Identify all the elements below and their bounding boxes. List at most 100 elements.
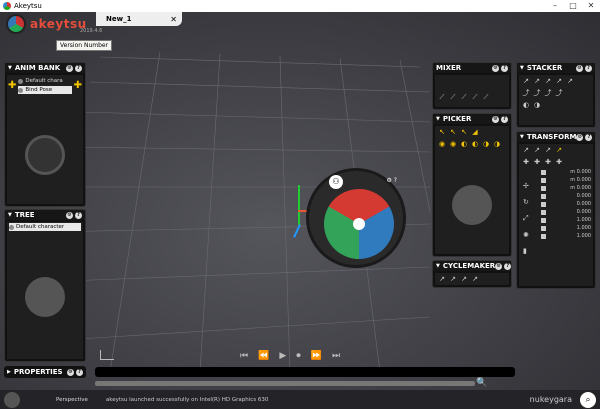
settings-icon[interactable]: ⚙ [66,64,73,72]
pick-tool-icon[interactable]: ◐ [460,140,468,148]
stack-tool-icon[interactable]: ⤴ [555,89,563,97]
checkbox[interactable] [541,169,546,175]
transform-row[interactable]: 0.000 [541,200,591,208]
mix-tool-icon[interactable]: ⟋ [482,93,490,101]
checkbox[interactable] [541,225,546,231]
camera-icon[interactable] [4,391,20,408]
pick-tool-icon[interactable]: ↖ [438,128,446,136]
stack-tool-icon[interactable]: ⤴ [544,89,552,97]
settings-icon[interactable]: ⚙ [492,115,499,123]
stack-tool-icon[interactable]: ↗ [555,77,563,85]
checkbox[interactable] [541,209,546,215]
collapse-arrow-icon[interactable]: ▼ [436,116,440,122]
stack-tool-icon[interactable]: ↗ [544,77,552,85]
help-icon[interactable]: ? [504,262,512,270]
prev-key-icon[interactable]: ⏪ [258,351,269,361]
pick-tool-icon[interactable]: ◐ [471,140,479,148]
minimize-button[interactable]: – [546,0,564,12]
transform-row[interactable]: m 0.000 [541,168,591,176]
transform-tool-icon[interactable]: ✚ [544,158,552,166]
next-key-icon[interactable]: ⏩ [311,351,322,361]
character-mode-icon[interactable]: ⚇ [329,175,343,189]
close-button[interactable]: ✕ [582,0,600,12]
stack-tool-icon[interactable]: ↗ [533,77,541,85]
search-icon[interactable]: ⌕ [580,391,596,408]
pick-tool-icon[interactable]: ↖ [460,128,468,136]
transform-row[interactable]: m 0.000 [541,184,591,192]
mix-tool-icon[interactable]: ⟋ [460,93,468,101]
properties-panel[interactable]: ▶ PROPERTIES ⚙? [4,366,86,378]
stack-tool-icon[interactable]: ◐ [522,101,530,109]
pick-tool-icon[interactable]: ↖ [449,128,457,136]
pick-tool-icon[interactable]: ◉ [438,140,446,148]
collapse-arrow-icon[interactable]: ▼ [436,263,440,269]
stack-tool-icon[interactable]: ↗ [522,77,530,85]
transform-row[interactable]: 1.000 [541,216,591,224]
settings-icon[interactable]: ⚙ [67,368,74,376]
add-icon[interactable]: ✚ [8,80,16,91]
transform-tool-icon[interactable]: ↗ [522,146,530,154]
pick-tool-icon[interactable]: ◉ [449,140,457,148]
transform-tool-icon[interactable]: ↗ [533,146,541,154]
help-icon[interactable]: ? [501,115,508,123]
list-item[interactable]: Default chara [18,77,71,85]
maximize-button[interactable]: □ [564,0,582,12]
timeline-scrollbar[interactable] [95,381,475,386]
transform-row[interactable]: 1.000 [541,232,591,240]
radial-help-icon[interactable]: ⚙ ? [387,177,397,184]
cycle-tool-icon[interactable]: ↗ [460,275,468,283]
collapse-arrow-icon[interactable]: ▼ [520,65,524,71]
collapse-arrow-icon[interactable]: ▼ [8,212,12,218]
cycle-tool-icon[interactable]: ↗ [449,275,457,283]
pick-tool-icon[interactable]: ◢ [471,128,479,136]
checkbox[interactable] [541,193,546,199]
mix-tool-icon[interactable]: ⟋ [449,93,457,101]
add-icon[interactable]: ✚ [74,80,82,91]
settings-icon[interactable]: ⚙ [495,262,503,270]
collapse-arrow-icon[interactable]: ▼ [520,134,524,140]
document-tab[interactable]: New_1 ✕ [96,12,182,26]
transform-row[interactable]: 0.000 [541,208,591,216]
gizmo-y-axis[interactable] [298,185,300,225]
checkbox[interactable] [541,177,546,183]
pick-tool-icon[interactable]: ◑ [493,140,501,148]
checkbox[interactable] [541,201,546,207]
view-mode[interactable]: Perspective [56,397,88,403]
tab-close-icon[interactable]: ✕ [170,15,177,24]
transform-row[interactable]: 1.000 [541,224,591,232]
transform-tool-icon[interactable]: ✚ [555,158,563,166]
help-icon[interactable]: ? [75,64,82,72]
play-icon[interactable]: ▶ [279,351,286,361]
checkbox[interactable] [541,185,546,191]
settings-icon[interactable]: ⚙ [66,211,73,219]
settings-icon[interactable]: ⚙ [492,64,499,72]
cycle-tool-icon[interactable]: ↗ [471,275,479,283]
help-icon[interactable]: ? [585,133,593,141]
go-end-icon[interactable]: ⏭ [332,351,340,361]
tree-item[interactable]: Default character [9,223,81,231]
settings-icon[interactable]: ⚙ [576,64,583,72]
transform-tool-icon[interactable]: ↗ [544,146,552,154]
checkbox[interactable] [541,233,546,239]
curve-editor-icon[interactable] [100,350,114,360]
transform-tool-icon[interactable]: ✚ [533,158,541,166]
help-icon[interactable]: ? [585,64,592,72]
settings-icon[interactable]: ⚙ [576,133,584,141]
help-icon[interactable]: ? [76,368,83,376]
stack-tool-icon[interactable]: ⤴ [522,89,530,97]
radial-hub[interactable] [353,218,365,230]
stack-tool-icon[interactable]: ◑ [533,101,541,109]
pick-tool-icon[interactable]: ◑ [482,140,490,148]
list-item[interactable]: Bind Pose [18,86,72,94]
record-icon[interactable]: ⏺ [296,351,301,361]
transform-row[interactable]: 0.000 [541,192,591,200]
checkbox[interactable] [541,217,546,223]
collapse-arrow-icon[interactable]: ▶ [7,369,11,375]
radial-menu[interactable]: ⚇ ⚙ ? [306,168,407,272]
help-icon[interactable]: ? [75,211,82,219]
transform-tool-icon[interactable]: ↗ [555,146,563,154]
transform-row[interactable]: m 0.000 [541,176,591,184]
timeline[interactable] [95,367,515,377]
go-start-icon[interactable]: ⏮ [240,351,248,361]
transform-tool-icon[interactable]: ✚ [522,158,530,166]
